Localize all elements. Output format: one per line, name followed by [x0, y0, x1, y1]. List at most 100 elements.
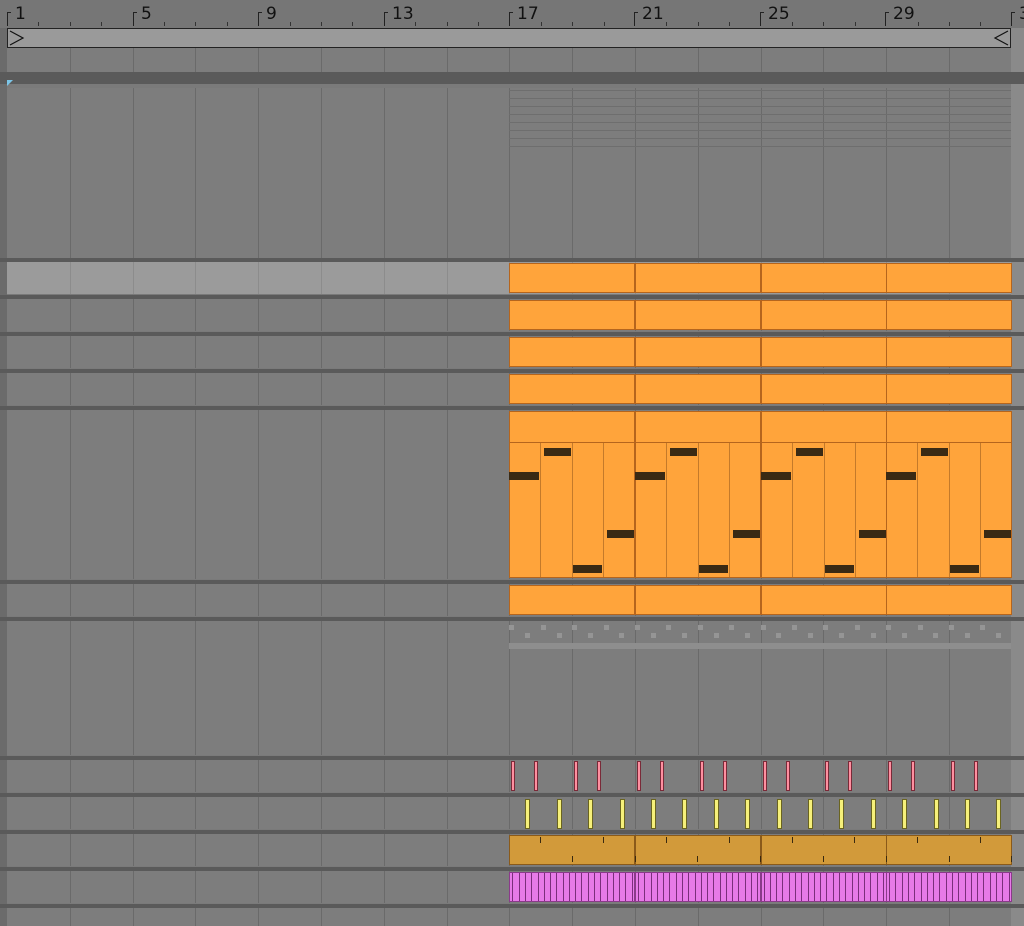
track-lane[interactable] — [7, 760, 1011, 792]
drum-note[interactable] — [700, 761, 704, 791]
drum-note[interactable] — [745, 799, 750, 829]
clip[interactable] — [761, 337, 887, 367]
clip-tick — [666, 837, 667, 843]
drum-note[interactable] — [660, 761, 664, 791]
drum-note[interactable] — [714, 799, 719, 829]
drum-note[interactable] — [511, 761, 515, 791]
drum-note[interactable] — [871, 799, 876, 829]
drum-note[interactable] — [763, 761, 767, 791]
track-lane[interactable] — [7, 584, 1012, 616]
drum-note[interactable] — [839, 799, 844, 829]
drum-note[interactable] — [525, 799, 530, 829]
drum-note[interactable] — [723, 761, 727, 791]
clip[interactable] — [886, 300, 1012, 330]
clip[interactable] — [886, 263, 1012, 293]
drum-note[interactable] — [974, 761, 978, 791]
track-lane[interactable] — [7, 410, 1012, 579]
drum-note[interactable] — [951, 761, 955, 791]
clip[interactable] — [509, 263, 635, 293]
clip[interactable] — [761, 872, 887, 902]
clip[interactable] — [761, 374, 887, 404]
track-separator[interactable] — [0, 80, 1024, 84]
drum-note[interactable] — [965, 799, 970, 829]
clip[interactable] — [509, 300, 635, 330]
clip[interactable] — [509, 872, 635, 902]
clip[interactable] — [761, 585, 887, 615]
drum-note[interactable] — [777, 799, 782, 829]
track-lane[interactable] — [7, 48, 1011, 72]
loop-brace[interactable] — [7, 28, 1011, 48]
clip[interactable] — [509, 374, 635, 404]
track-lane[interactable] — [7, 871, 1012, 903]
clip-beat-line — [917, 443, 918, 577]
drum-note[interactable] — [848, 761, 852, 791]
track-lane[interactable] — [7, 299, 1012, 331]
midi-note[interactable] — [921, 448, 948, 456]
drum-note[interactable] — [588, 799, 593, 829]
midi-note[interactable] — [698, 565, 728, 573]
track-lane[interactable] — [7, 262, 1012, 294]
clip[interactable] — [886, 872, 1012, 902]
drum-note[interactable] — [902, 799, 907, 829]
clip[interactable] — [509, 337, 635, 367]
clip[interactable] — [509, 585, 635, 615]
midi-note[interactable] — [949, 565, 979, 573]
clip[interactable] — [761, 835, 887, 865]
clip[interactable] — [635, 263, 761, 293]
midi-note[interactable] — [824, 565, 854, 573]
clip[interactable] — [635, 337, 761, 367]
clip[interactable] — [635, 835, 761, 865]
clip[interactable] — [635, 872, 761, 902]
track-lane[interactable] — [7, 336, 1012, 368]
clip[interactable] — [886, 337, 1012, 367]
loop-start-icon[interactable] — [8, 29, 26, 47]
clip[interactable] — [761, 300, 887, 330]
clip[interactable] — [635, 585, 761, 615]
drum-note[interactable] — [682, 799, 687, 829]
midi-note[interactable] — [635, 472, 665, 480]
midi-note[interactable] — [572, 565, 602, 573]
midi-note[interactable] — [886, 472, 916, 480]
track-lane[interactable] — [7, 621, 1011, 755]
midi-note[interactable] — [670, 448, 697, 456]
drum-note[interactable] — [620, 799, 625, 829]
drum-note[interactable] — [888, 761, 892, 791]
midi-note[interactable] — [733, 530, 760, 538]
midi-note[interactable] — [984, 530, 1011, 538]
drum-note[interactable] — [911, 761, 915, 791]
drum-note[interactable] — [534, 761, 538, 791]
grid-line — [823, 760, 824, 792]
drum-note[interactable] — [637, 761, 641, 791]
drum-note[interactable] — [825, 761, 829, 791]
drum-note[interactable] — [808, 799, 813, 829]
arrangement-tracks[interactable] — [0, 48, 1024, 926]
loop-end-icon[interactable] — [992, 29, 1010, 47]
clip[interactable] — [886, 585, 1012, 615]
start-marker-icon[interactable] — [7, 80, 13, 86]
track-separator[interactable] — [0, 72, 1024, 80]
midi-note[interactable] — [544, 448, 571, 456]
midi-note[interactable] — [607, 530, 634, 538]
clip[interactable] — [635, 374, 761, 404]
drum-note[interactable] — [557, 799, 562, 829]
track-lane[interactable] — [7, 908, 1011, 926]
midi-note[interactable] — [796, 448, 823, 456]
clip[interactable] — [635, 300, 761, 330]
midi-note[interactable] — [859, 530, 886, 538]
track-lane[interactable] — [7, 373, 1012, 405]
drum-note[interactable] — [574, 761, 578, 791]
track-lane[interactable] — [7, 88, 1011, 258]
drum-note[interactable] — [651, 799, 656, 829]
clip[interactable] — [886, 374, 1012, 404]
track-lane[interactable] — [7, 834, 1012, 866]
drum-note[interactable] — [786, 761, 790, 791]
midi-note[interactable] — [509, 472, 539, 480]
grid-line — [195, 410, 196, 579]
midi-note[interactable] — [761, 472, 791, 480]
time-ruler[interactable]: 1 5 9 13 17 21 25 29 3 — [0, 0, 1024, 28]
drum-note[interactable] — [934, 799, 939, 829]
drum-note[interactable] — [996, 799, 1001, 829]
drum-note[interactable] — [597, 761, 601, 791]
track-lane[interactable] — [7, 797, 1011, 829]
clip[interactable] — [761, 263, 887, 293]
